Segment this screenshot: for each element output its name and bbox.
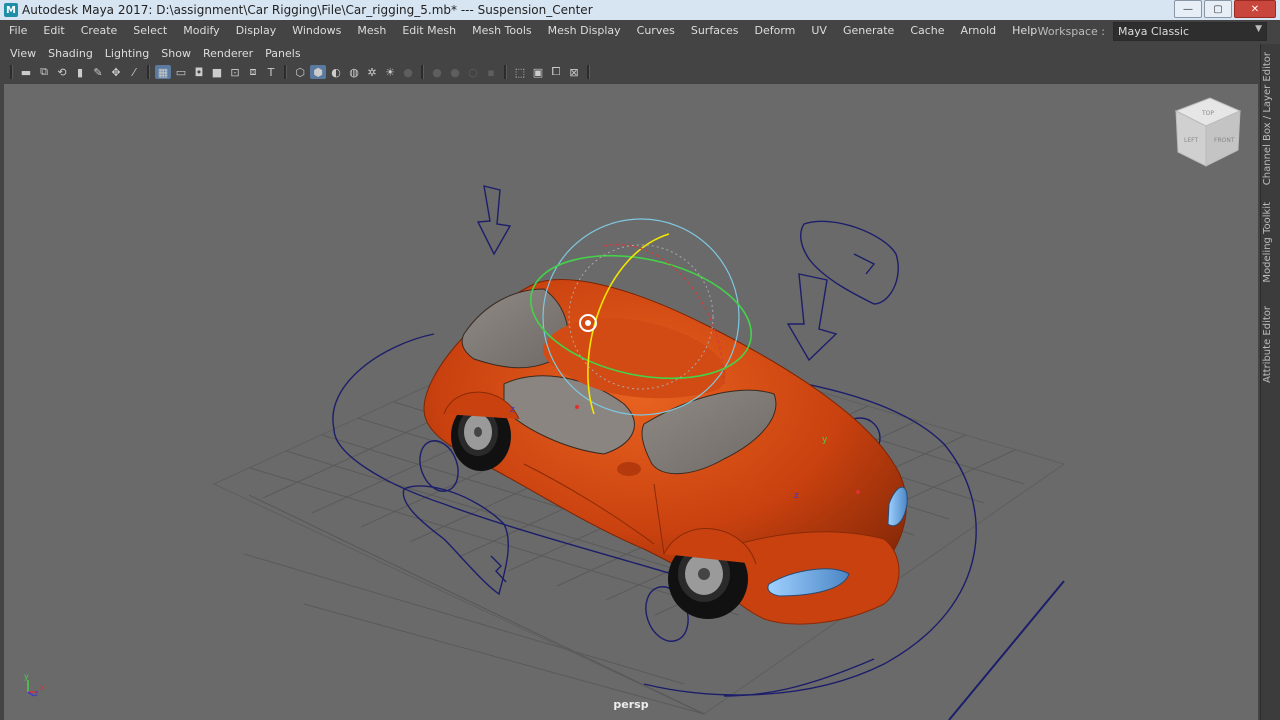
paint-icon[interactable]: ⁄	[126, 65, 142, 79]
menu-edit[interactable]: Edit	[35, 24, 72, 37]
perspective-viewport[interactable]: z y z TOP LEFT FRONT y z x persp	[4, 84, 1258, 720]
safe-title-icon[interactable]: T	[263, 65, 279, 79]
modeling-toolkit-tab[interactable]: Modeling Toolkit	[1262, 202, 1273, 283]
toolbar-separator	[284, 65, 287, 79]
channel-box-tab[interactable]: Channel Box / Layer Editor	[1262, 52, 1273, 185]
axis-y-label: y	[24, 672, 29, 681]
menu-arnold[interactable]: Arnold	[953, 24, 1005, 37]
maya-logo-icon: M	[4, 3, 18, 17]
grid-icon[interactable]: ▦	[155, 65, 171, 79]
workspace-value: Maya Classic	[1118, 25, 1190, 38]
title-bar: M Autodesk Maya 2017: D:\assignment\Car …	[0, 0, 1280, 20]
xray-icon[interactable]: ▣	[530, 65, 546, 79]
menu-windows[interactable]: Windows	[284, 24, 349, 37]
axis-x-label: x	[40, 683, 45, 692]
camera-icon[interactable]: ▬	[18, 65, 34, 79]
locator-label: z	[794, 491, 799, 501]
menu-curves[interactable]: Curves	[629, 24, 683, 37]
smooth-shade-icon[interactable]: ⬢	[310, 65, 326, 79]
viewcube-top-label: TOP	[1201, 110, 1214, 117]
panel-menu-panels[interactable]: Panels	[259, 47, 306, 60]
xray-joints-icon[interactable]: ⧠	[548, 65, 564, 79]
wireframe-on-shaded-icon[interactable]: ◐	[328, 65, 344, 79]
menu-cache[interactable]: Cache	[902, 24, 952, 37]
menu-modify[interactable]: Modify	[175, 24, 227, 37]
menu-deform[interactable]: Deform	[746, 24, 803, 37]
menu-mesh-tools[interactable]: Mesh Tools	[464, 24, 540, 37]
panel-menu-view[interactable]: View	[0, 47, 42, 60]
image-plane-icon[interactable]: ▮	[72, 65, 88, 79]
shadows-icon[interactable]: ●	[400, 65, 416, 79]
panel-menu-renderer[interactable]: Renderer	[197, 47, 259, 60]
two-d-pan-icon[interactable]: ✥	[108, 65, 124, 79]
default-light-icon[interactable]: ☀	[382, 65, 398, 79]
safe-action-icon[interactable]: ⧈	[245, 65, 261, 79]
toolbar-separator	[587, 65, 590, 79]
side-panel-tabs: Channel Box / Layer Editor Modeling Tool…	[1260, 44, 1280, 720]
attribute-editor-tab[interactable]: Attribute Editor	[1262, 306, 1273, 383]
menu-mesh[interactable]: Mesh	[349, 24, 394, 37]
maximize-button[interactable]: ▢	[1204, 0, 1232, 18]
minimize-button[interactable]: —	[1174, 0, 1202, 18]
toolbar-separator	[147, 65, 150, 79]
locator-label: y	[822, 435, 828, 445]
xray-components-icon[interactable]: ⊠	[566, 65, 582, 79]
window-controls: — ▢ ✕	[1172, 0, 1276, 18]
isolate-select-icon[interactable]: ⬚	[512, 65, 528, 79]
menu-select[interactable]: Select	[125, 24, 175, 37]
panel-menu-shading[interactable]: Shading	[42, 47, 99, 60]
axis-z-label: z	[34, 689, 38, 698]
panel-menu-show[interactable]: Show	[155, 47, 197, 60]
toolbar-separator	[504, 65, 507, 79]
viewcube-left-label: LEFT	[1184, 137, 1198, 144]
workspace-label: Workspace :	[1037, 25, 1105, 38]
viewcube-front-label: FRONT	[1214, 137, 1235, 144]
textured-icon[interactable]: ◍	[346, 65, 362, 79]
toolbar-separator	[421, 65, 424, 79]
motion-blur-icon[interactable]: ●	[447, 65, 463, 79]
axis-indicator: y z x	[24, 672, 45, 698]
panel-menu-bar: View Shading Lighting Show Renderer Pane…	[0, 44, 1260, 62]
menu-display[interactable]: Display	[228, 24, 285, 37]
field-chart-icon[interactable]: ⊡	[227, 65, 243, 79]
camera-name-label: persp	[613, 698, 649, 711]
panel-menu-lighting[interactable]: Lighting	[99, 47, 155, 60]
chevron-down-icon: ▼	[1255, 24, 1262, 34]
bookmark-icon[interactable]: ⟲	[54, 65, 70, 79]
menu-mesh-display[interactable]: Mesh Display	[540, 24, 629, 37]
window-title: Autodesk Maya 2017: D:\assignment\Car Ri…	[22, 3, 593, 17]
workspace-dropdown[interactable]: Maya Classic ▼	[1113, 22, 1267, 41]
antialiasing-icon[interactable]: ○	[465, 65, 481, 79]
panel-toolbar: ▬ ⧉ ⟲ ▮ ✎ ✥ ⁄ ▦ ▭ ◘ ■ ⊡ ⧈ T ⬡ ⬢ ◐ ◍ ✲ ☀ …	[0, 62, 1260, 82]
use-all-lights-icon[interactable]: ✲	[364, 65, 380, 79]
gate-mask-icon[interactable]: ■	[209, 65, 225, 79]
locator-label: z	[510, 405, 515, 415]
workspace-selector: Workspace : Maya Classic ▼	[1038, 22, 1267, 41]
menu-generate[interactable]: Generate	[835, 24, 902, 37]
view-cube[interactable]: TOP LEFT FRONT	[1174, 97, 1242, 167]
close-button[interactable]: ✕	[1234, 0, 1276, 18]
menu-uv[interactable]: UV	[803, 24, 835, 37]
film-gate-icon[interactable]: ▭	[173, 65, 189, 79]
toolbar-separator	[10, 65, 13, 79]
menu-surfaces[interactable]: Surfaces	[683, 24, 747, 37]
grease-pencil-icon[interactable]: ✎	[90, 65, 106, 79]
ambient-occlusion-icon[interactable]: ●	[429, 65, 445, 79]
depth-of-field-icon[interactable]: ▪	[483, 65, 499, 79]
viewport-scene: z y z TOP LEFT FRONT y z x	[24, 97, 1242, 720]
camera-attributes-icon[interactable]: ⧉	[36, 65, 52, 79]
menu-create[interactable]: Create	[73, 24, 126, 37]
wireframe-icon[interactable]: ⬡	[292, 65, 308, 79]
resolution-gate-icon[interactable]: ◘	[191, 65, 207, 79]
menu-edit-mesh[interactable]: Edit Mesh	[394, 24, 464, 37]
menu-file[interactable]: File	[0, 24, 35, 37]
